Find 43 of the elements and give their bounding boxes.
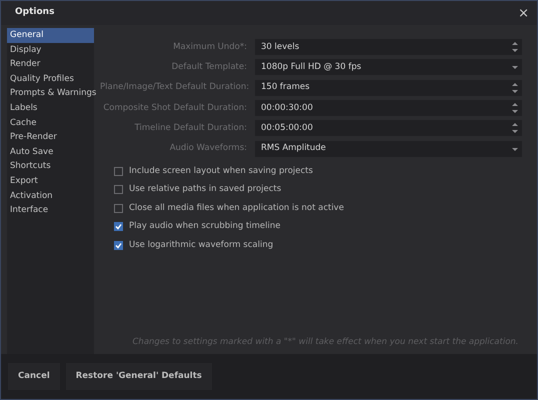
sidebar-item[interactable]: Display (7, 42, 94, 58)
sidebar-item[interactable]: Quality Profiles (7, 72, 94, 86)
spin-field[interactable]: 150 frames (255, 80, 522, 96)
checkbox[interactable] (114, 185, 123, 194)
checkbox-label: Use logarithmic waveform scaling (129, 239, 274, 252)
sidebar-item[interactable]: Auto Save (7, 144, 94, 160)
checkbox-label: Include screen layout when saving projects (129, 164, 313, 178)
sidebar-item[interactable]: Pre-Render (7, 130, 94, 145)
field-label: Maximum Undo*: (172, 40, 248, 54)
window-title: Options (15, 6, 54, 20)
field-label: Plane/Image/Text Default Duration: (100, 81, 250, 94)
dropdown-field[interactable]: 1080p Full HD @ 30 fps (255, 59, 522, 76)
field-label: Audio Waveforms: (168, 142, 248, 155)
restore-defaults-button[interactable]: Restore 'General' Defaults (66, 363, 212, 390)
field-label: Default Template: (170, 61, 248, 74)
spinner-icon (512, 42, 518, 52)
checkbox-label: Use relative paths in saved projects (129, 183, 282, 196)
dropdown-field[interactable]: RMS Amplitude (255, 140, 522, 157)
checkbox-label: Close all media files when application is not active (129, 202, 344, 215)
field-label: Timeline Default Duration: (134, 122, 248, 135)
sidebar-item[interactable]: Interface (7, 203, 94, 218)
spin-field[interactable]: 00:05:00:00 (255, 120, 522, 136)
spinner-icon (512, 123, 518, 134)
field-label: Composite Shot Default Duration: (102, 102, 248, 114)
close-button[interactable]: × (518, 6, 529, 20)
checkbox[interactable] (114, 166, 123, 176)
sidebar-item[interactable]: Export (7, 174, 94, 189)
sidebar-item[interactable]: Cache (7, 116, 94, 130)
checkbox[interactable] (114, 204, 123, 213)
sidebar-item[interactable]: General (7, 28, 94, 43)
sidebar-item[interactable]: Render (7, 57, 94, 72)
sidebar-item[interactable]: Labels (7, 100, 94, 116)
checkbox-label: Play audio when scrubbing timeline (129, 220, 281, 234)
spin-field[interactable]: 00:00:30:00 (255, 100, 522, 116)
sidebar-item[interactable]: Prompts & Warnings (7, 86, 94, 101)
spinner-icon (512, 103, 518, 114)
spinner-icon (512, 82, 518, 93)
sidebar-item[interactable]: Shortcuts (7, 159, 94, 174)
cancel-button[interactable]: Cancel (8, 363, 60, 390)
checkbox[interactable] (114, 240, 123, 250)
checkbox[interactable] (114, 222, 123, 232)
spin-field[interactable]: 30 levels (255, 39, 522, 56)
sidebar-item[interactable]: Activation (7, 188, 94, 204)
